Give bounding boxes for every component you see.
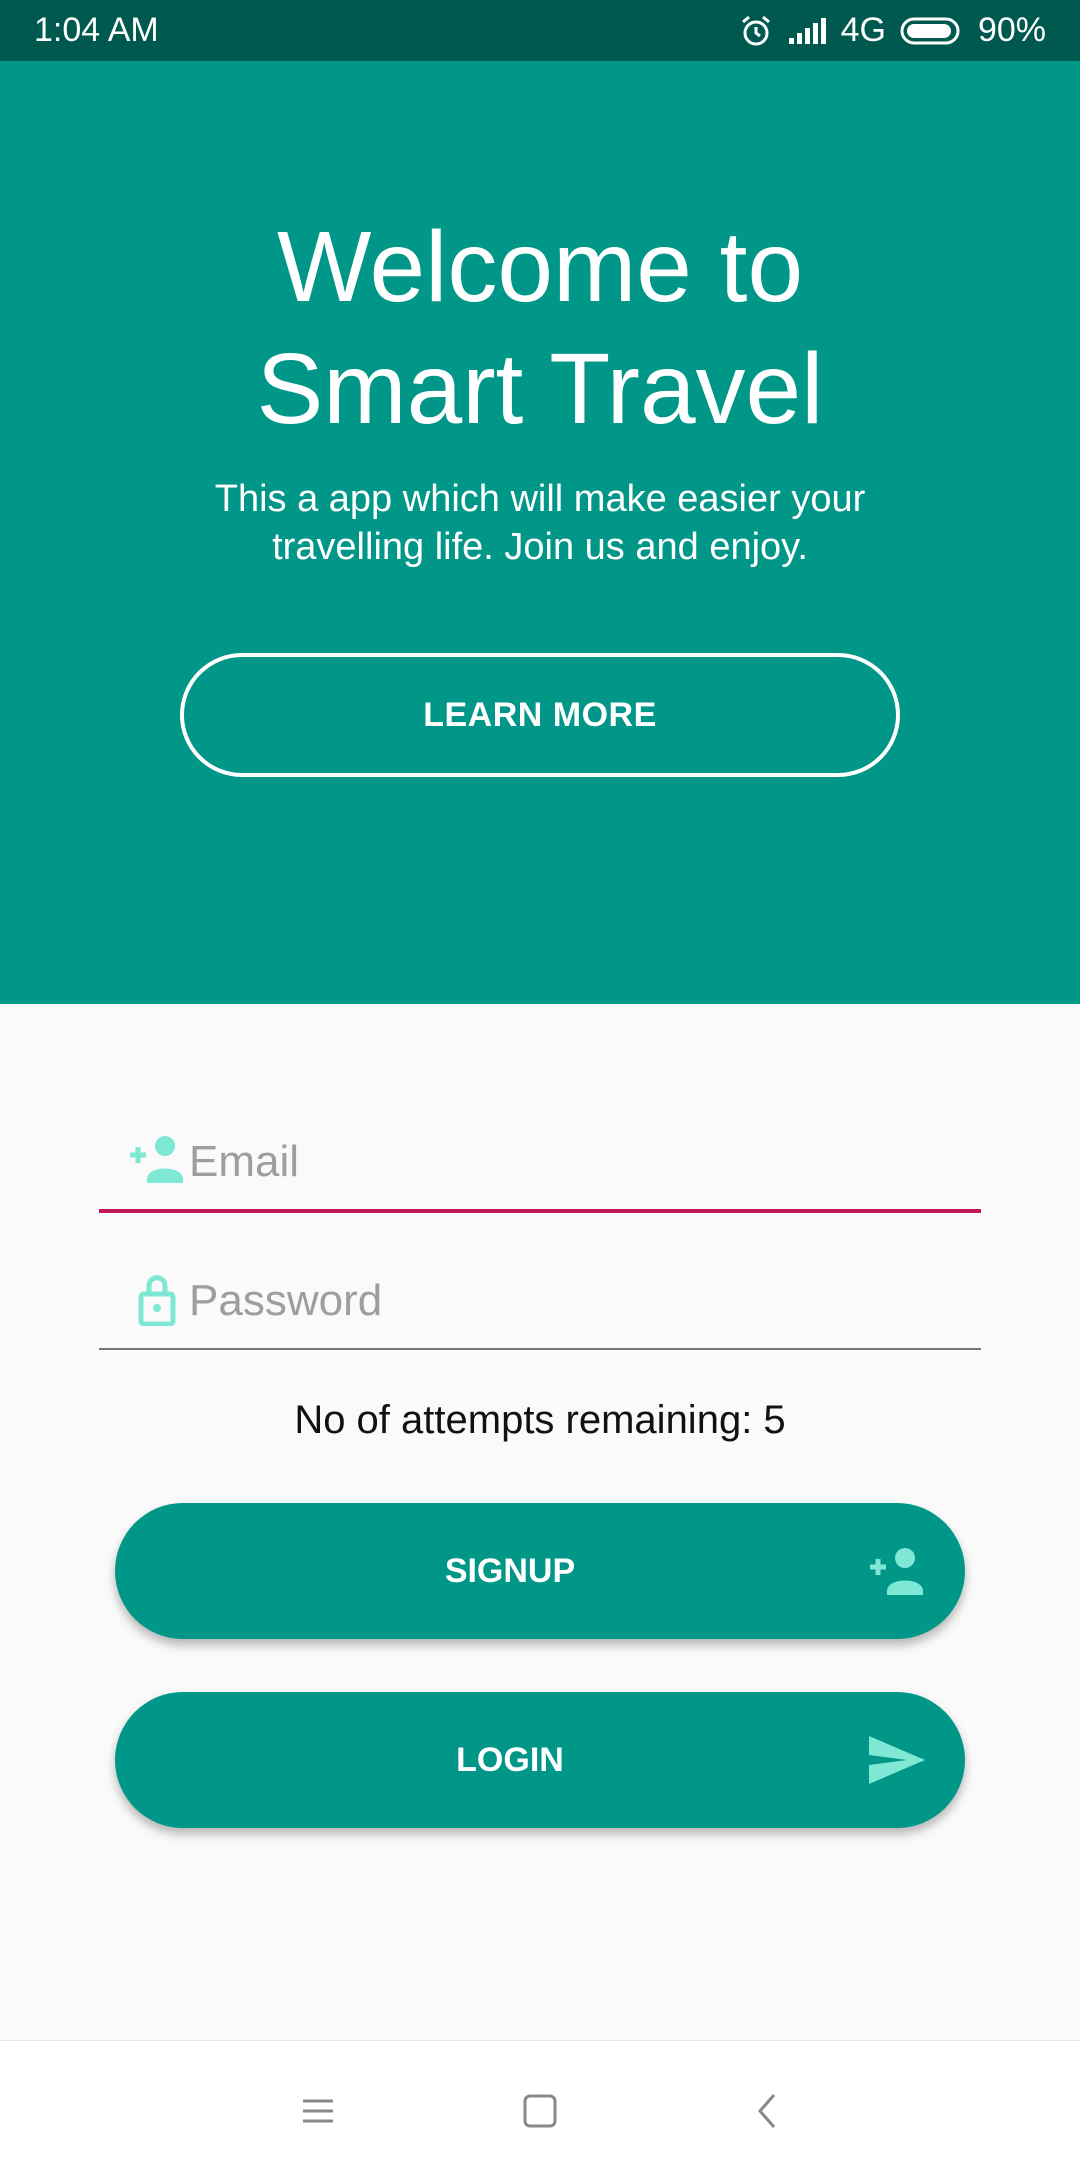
password-input[interactable] <box>189 1276 949 1326</box>
battery-level: 90% <box>977 11 1046 49</box>
navigation-bar <box>0 2040 1080 2160</box>
title-line-1: Welcome to <box>276 211 804 323</box>
email-input[interactable] <box>189 1137 949 1187</box>
add-person-icon <box>870 1548 923 1595</box>
add-person-icon <box>130 1136 183 1183</box>
hero-banner: Welcome to Smart Travel This a app which… <box>0 61 1080 1004</box>
signup-button[interactable]: SIGNUP <box>115 1503 965 1639</box>
password-field[interactable] <box>99 1250 981 1350</box>
login-label: LOGIN <box>456 1740 564 1779</box>
title-line-2: Smart Travel <box>256 333 824 445</box>
battery-icon <box>900 17 960 44</box>
send-icon <box>869 1736 925 1784</box>
alarm-icon <box>741 15 770 45</box>
lock-icon <box>138 1275 176 1326</box>
email-field[interactable] <box>99 1113 981 1213</box>
login-button[interactable]: LOGIN <box>115 1692 965 1828</box>
status-time: 1:04 AM <box>34 11 159 49</box>
learn-more-button[interactable]: LEARN MORE <box>180 653 900 777</box>
attempts-remaining-text: No of attempts remaining: 5 <box>294 1398 786 1442</box>
status-bar: 1:04 AM 4G 90% <box>0 0 1080 61</box>
page-title: Welcome to Smart Travel <box>0 206 1080 450</box>
signup-label: SIGNUP <box>444 1551 576 1590</box>
hero-subtitle: This a app which will make easier your t… <box>214 478 866 568</box>
signal-icon <box>788 17 826 44</box>
menu-icon[interactable] <box>288 2081 348 2141</box>
status-icons: 4G 90% <box>739 11 1046 50</box>
home-icon[interactable] <box>510 2081 570 2141</box>
back-icon[interactable] <box>738 2081 798 2141</box>
network-type: 4G <box>840 11 886 49</box>
